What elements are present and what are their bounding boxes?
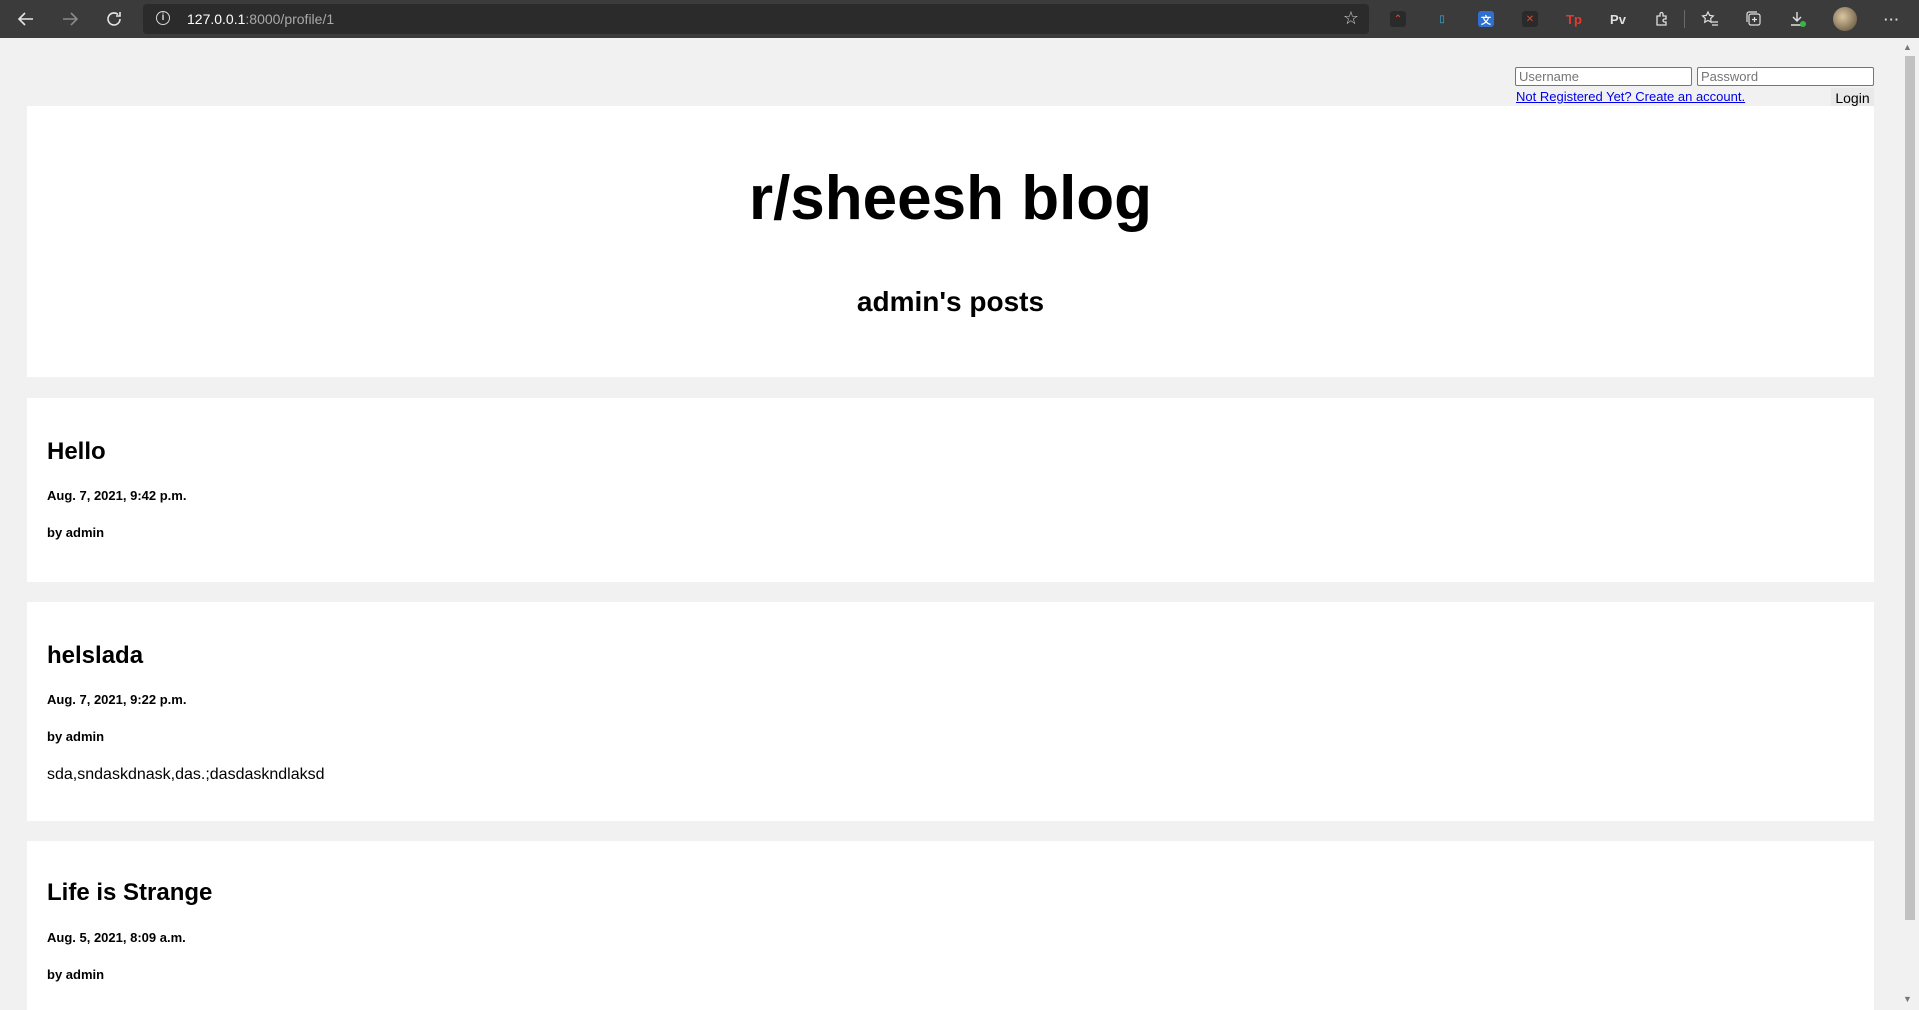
- forward-arrow-icon: [63, 12, 79, 26]
- post-author: by admin: [47, 729, 105, 744]
- post-date: Aug. 5, 2021, 8:09 a.m.: [47, 930, 186, 945]
- post-card: Hello Aug. 7, 2021, 9:42 p.m. by admin: [27, 398, 1874, 582]
- address-bar[interactable]: i 127.0.0.1:8000/profile/1 ☆: [143, 4, 1369, 34]
- extension-icon-2[interactable]: ▯: [1430, 7, 1454, 31]
- post-title[interactable]: helslada: [47, 642, 143, 670]
- extension-pv-icon[interactable]: Pv: [1606, 7, 1630, 31]
- url-path: :8000/profile/1: [245, 11, 335, 27]
- reload-icon: [107, 12, 121, 26]
- add-favorite-icon[interactable]: ☆: [1343, 8, 1359, 29]
- header-card: r/sheesh blog admin's posts: [27, 106, 1874, 377]
- extension-tp-icon[interactable]: Tp: [1562, 7, 1586, 31]
- post-title[interactable]: Hello: [47, 438, 106, 466]
- extension-icon-4[interactable]: ✕: [1518, 7, 1542, 31]
- toolbar-divider: [1684, 10, 1685, 28]
- password-input[interactable]: [1697, 67, 1874, 86]
- back-arrow-icon: [17, 12, 33, 26]
- post-card: helslada Aug. 7, 2021, 9:22 p.m. by admi…: [27, 602, 1874, 821]
- translate-extension-icon[interactable]: 文: [1474, 7, 1498, 31]
- url-host: 127.0.0.1: [187, 11, 246, 27]
- username-input[interactable]: [1515, 67, 1692, 86]
- url-text[interactable]: 127.0.0.1:8000/profile/1: [187, 11, 334, 27]
- downloads-icon[interactable]: [1786, 7, 1810, 31]
- post-date: Aug. 7, 2021, 9:22 p.m.: [47, 692, 187, 707]
- page-subtitle: admin's posts: [856, 286, 1045, 317]
- profile-avatar[interactable]: [1833, 7, 1857, 31]
- browser-toolbar: i 127.0.0.1:8000/profile/1 ☆ ⌃ ▯ 文 ✕ Tp …: [0, 0, 1919, 38]
- post-body: sda,sndaskdnask,das.;dasdaskndlaksd: [47, 766, 325, 783]
- scroll-down-icon[interactable]: ▼: [1903, 994, 1912, 1004]
- back-button[interactable]: [8, 0, 44, 38]
- post-author: by admin: [47, 525, 105, 540]
- reload-button[interactable]: [96, 0, 132, 38]
- favorites-icon[interactable]: [1698, 7, 1722, 31]
- scroll-up-icon[interactable]: ▲: [1903, 42, 1912, 52]
- post-date: Aug. 7, 2021, 9:42 p.m.: [47, 488, 187, 503]
- collections-icon[interactable]: [1742, 7, 1766, 31]
- site-title[interactable]: r/sheesh blog: [27, 163, 1874, 234]
- extension-icon-1[interactable]: ⌃: [1386, 7, 1410, 31]
- create-account-link[interactable]: Not Registered Yet? Create an account.: [1516, 89, 1745, 104]
- scrollbar-thumb[interactable]: [1905, 56, 1915, 920]
- site-info-icon[interactable]: i: [156, 11, 170, 25]
- post-title[interactable]: Life is Strange: [47, 879, 212, 907]
- extensions-puzzle-icon[interactable]: [1650, 7, 1674, 31]
- post-card: Life is Strange Aug. 5, 2021, 8:09 a.m. …: [27, 841, 1874, 1010]
- more-menu-icon[interactable]: ···: [1880, 7, 1904, 31]
- login-button[interactable]: Login: [1831, 88, 1874, 107]
- post-author: by admin: [47, 967, 105, 982]
- forward-button[interactable]: [52, 0, 88, 38]
